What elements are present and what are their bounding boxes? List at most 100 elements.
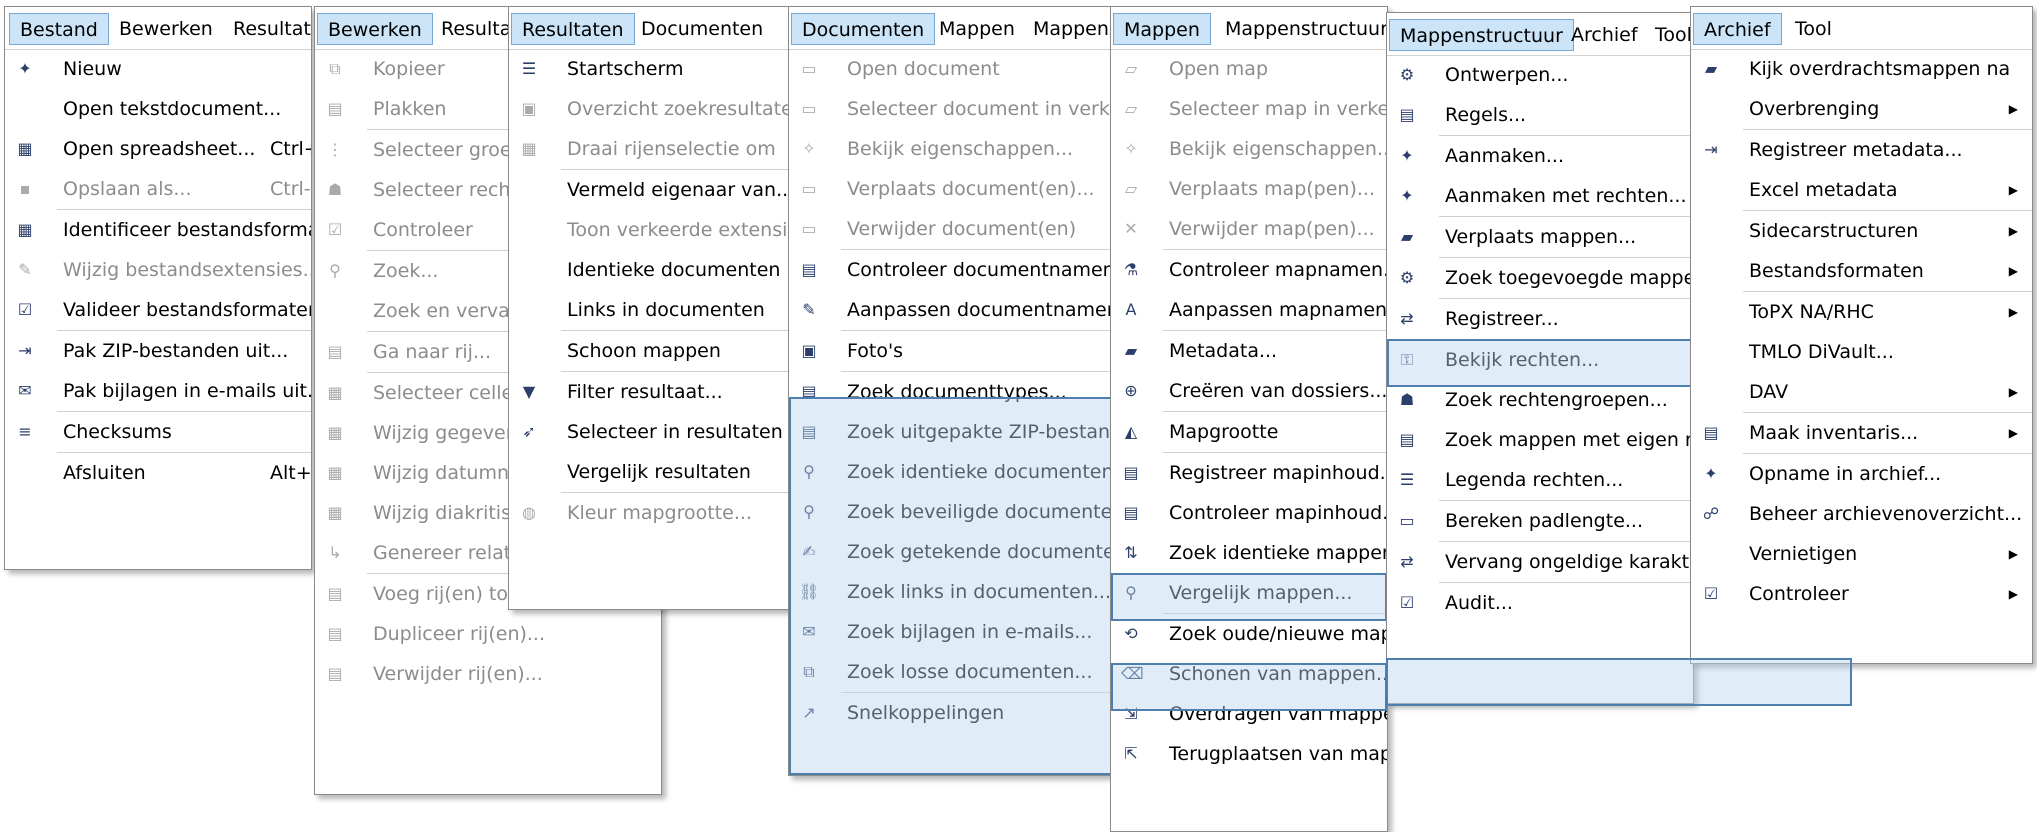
- old-new-folders-icon: ⟲: [1124, 624, 1138, 643]
- menu-item-terugplaatsen-van-mappen[interactable]: ⇱ Terugplaatsen van mappen...: [1111, 734, 1387, 774]
- menu-tab-mappenstructuur[interactable]: Mappenstructuur: [1215, 13, 1387, 45]
- menu-tab-mappen[interactable]: Mappen: [929, 13, 1025, 45]
- menu-item-pak-bijlagen-in-e-mails-uit[interactable]: ✉ Pak bijlagen in e-mails uit...: [5, 371, 311, 411]
- menu-item-list: ☰ Startscherm ▣ Overzicht zoekresultaten...…: [509, 49, 791, 533]
- menu-item-foto-s[interactable]: ▣ Foto's: [789, 331, 1113, 371]
- menu-item-selecteer-document-in-verkenner: ▭ Selecteer document in verkenner: [789, 89, 1113, 129]
- menu-tab-archief[interactable]: Archief: [1693, 13, 1782, 45]
- menu-item-kijk-overdrachtsmappen-na[interactable]: ▰ Kijk overdrachtsmappen na: [1691, 49, 2032, 89]
- menu-item-vernietigen[interactable]: Vernietigen ▶: [1691, 534, 2032, 574]
- menu-item-label: Zoek...: [373, 260, 439, 282]
- menu-item-bestandsformaten[interactable]: Bestandsformaten ▶: [1691, 251, 2032, 291]
- palette-icon: ◍: [522, 503, 536, 522]
- menu-item-selecteer-in-resultaten[interactable]: ➶ Selecteer in resultaten: [509, 412, 791, 452]
- menu-item-label: Aanpassen mapnamen...: [1169, 299, 1388, 321]
- menu-bar: Bestand Bewerken Resultaten: [5, 7, 311, 50]
- menu-item-links-in-documenten[interactable]: Links in documenten: [509, 290, 791, 330]
- menu-item-zoek-mappen-met-eigen-rechten[interactable]: ▤ Zoek mappen met eigen rechten: [1387, 420, 1693, 460]
- menu-tab-bewerken[interactable]: Bewerken: [317, 13, 433, 45]
- menu-item-controleer-mapnamen[interactable]: ⚗ Controleer mapnamen...: [1111, 250, 1387, 290]
- menu-item-open-spreadsheet[interactable]: ▦ Open spreadsheet... Ctrl+: [5, 129, 311, 169]
- menu-item-maak-inventaris[interactable]: ▤ Maak inventaris... ▶: [1691, 413, 2032, 453]
- menu-item-identieke-documenten[interactable]: Identieke documenten: [509, 250, 791, 290]
- audit-icon: ☑: [1399, 593, 1415, 612]
- menu-item-label: Nieuw: [63, 58, 122, 80]
- menu-item-tmlo-divault[interactable]: TMLO DiVault...: [1691, 332, 2032, 372]
- menu-item-ontwerpen[interactable]: ⚙ Ontwerpen...: [1387, 55, 1693, 95]
- menu-item-registreer-metadata[interactable]: ⇥ Registreer metadata...: [1691, 130, 2032, 170]
- menu-item-registreer-mapinhoud[interactable]: ▤ Registreer mapinhoud...: [1111, 453, 1387, 493]
- menu-item-valideer-bestandsformaten[interactable]: ☑ Valideer bestandsformaten: [5, 290, 311, 330]
- menu-item-label: Controleer mapnamen...: [1169, 259, 1388, 281]
- menu-item-registreer[interactable]: ⇄ Registreer...: [1387, 299, 1693, 339]
- menu-item-aanpassen-mapnamen[interactable]: A Aanpassen mapnamen...: [1111, 290, 1387, 330]
- menu-item-opname-in-archief[interactable]: ✦ Opname in archief...: [1691, 454, 2032, 494]
- menu-item-identificeer-bestandsformaten[interactable]: ▦ Identificeer bestandsformaten: [5, 210, 311, 250]
- menu-item-label: Verplaats mappen...: [1445, 226, 1637, 248]
- menu-item-zoek-toegevoegde-mappen-documenten[interactable]: ⚙ Zoek toegevoegde mappen/documenten: [1387, 258, 1693, 298]
- menu-item-open-tekstdocument[interactable]: Open tekstdocument...: [5, 89, 311, 129]
- menu-item-label: Open tekstdocument...: [63, 98, 282, 120]
- menu-item-label: Bekijk eigenschappen...: [847, 138, 1074, 160]
- menu-item-metadata[interactable]: ▰ Metadata...: [1111, 331, 1387, 371]
- menu-item-controleer[interactable]: ☑ Controleer ▶: [1691, 574, 2032, 614]
- menu-item-legenda-rechten[interactable]: ☰ Legenda rechten...: [1387, 460, 1693, 500]
- menu-item-excel-metadata[interactable]: Excel metadata ▶: [1691, 170, 2032, 210]
- menu-tab-mappenstructuur[interactable]: Mappenstructuur: [1389, 19, 1574, 51]
- menu-tab-resultaten[interactable]: Resultaten: [223, 13, 311, 45]
- menu-item-label: Wijzig gegevens: [373, 422, 528, 444]
- menu-item-verplaats-mappen[interactable]: ▰ Verplaats mappen...: [1387, 217, 1693, 257]
- menu-tab-tool[interactable]: Tool: [1645, 19, 1693, 51]
- menu-item-label: Registreer...: [1445, 308, 1559, 330]
- menu-tab-bestand[interactable]: Bestand: [9, 13, 109, 45]
- menu-item-topx-na-rhc[interactable]: ToPX NA/RHC ▶: [1691, 292, 2032, 332]
- submenu-arrow-icon: ▶: [2008, 385, 2018, 399]
- menu-item-dav[interactable]: DAV ▶: [1691, 372, 2032, 412]
- menu-item-checksums[interactable]: ≡ Checksums: [5, 412, 311, 452]
- menu-item-startscherm[interactable]: ☰ Startscherm: [509, 49, 791, 89]
- menu-item-bereken-padlengte[interactable]: ▭ Bereken padlengte...: [1387, 501, 1693, 541]
- menu-tab-documenten[interactable]: Documenten: [631, 13, 773, 45]
- menu-item-filter-resultaat[interactable]: ▼ Filter resultaat...: [509, 372, 791, 412]
- save-icon: ▪: [19, 179, 31, 198]
- menu-tab-mappenstructuur[interactable]: Mappenstructuur: [1023, 13, 1113, 45]
- menu-item-label: Zoek identieke mappen...: [1169, 542, 1388, 564]
- menu-item-schoon-mappen[interactable]: Schoon mappen: [509, 331, 791, 371]
- menu-item-aanmaken-met-rechten[interactable]: ✦ Aanmaken met rechten...: [1387, 176, 1693, 216]
- menu-item-vermeld-eigenaar-van[interactable]: Vermeld eigenaar van...: [509, 170, 791, 210]
- menu-item-nieuw[interactable]: ✦ Nieuw: [5, 49, 311, 89]
- menu-item-bekijk-eigenschappen: ✧ Bekijk eigenschappen...: [789, 129, 1113, 169]
- filter-icon: ▼: [522, 382, 536, 401]
- menu-panel-bestand: Bestand Bewerken Resultaten ✦ Nieuw Open t…: [4, 6, 312, 570]
- menu-tab-tool[interactable]: Tool: [1785, 13, 1842, 45]
- menu-item-regels[interactable]: ▤ Regels...: [1387, 95, 1693, 135]
- menu-item-aanpassen-documentnamen[interactable]: ✎ Aanpassen documentnamen...: [789, 290, 1113, 330]
- menu-item-vergelijk-resultaten[interactable]: Vergelijk resultaten: [509, 452, 791, 492]
- menu-tab-mappen[interactable]: Mappen: [1113, 13, 1211, 45]
- menu-item-sidecarstructuren[interactable]: Sidecarstructuren ▶: [1691, 211, 2032, 251]
- menu-item-controleer-documentnamen[interactable]: ▤ Controleer documentnamen...: [789, 250, 1113, 290]
- menu-item-creeren-van-dossiers[interactable]: ⊕ Creëren van dossiers...: [1111, 371, 1387, 411]
- menu-item-vervang-ongeldige-karakters[interactable]: ⇄ Vervang ongeldige karakters...: [1387, 542, 1693, 582]
- menu-item-aanmaken[interactable]: ✦ Aanmaken...: [1387, 136, 1693, 176]
- menu-item-label: Filter resultaat...: [567, 381, 723, 403]
- menu-item-verplaats-map-pen: ▱ Verplaats map(pen)...: [1111, 169, 1387, 209]
- menu-item-label: ToPX NA/RHC: [1749, 301, 1874, 323]
- menu-tab-resultaten[interactable]: Resultaten: [511, 13, 635, 45]
- menu-tab-bewerken[interactable]: Bewerken: [109, 13, 223, 45]
- check-content-icon: ▤: [1123, 503, 1139, 522]
- menu-tab-documenten[interactable]: Documenten: [791, 13, 936, 45]
- menu-item-controleer-mapinhoud[interactable]: ▤ Controleer mapinhoud...: [1111, 493, 1387, 533]
- menu-item-selecteer-map-in-verkenner: ▱ Selecteer map in verkenner: [1111, 89, 1387, 129]
- menu-item-mapgrootte[interactable]: ◭ Mapgrootte: [1111, 412, 1387, 452]
- properties-icon: ✧: [1124, 139, 1138, 158]
- menu-item-zoek-identieke-mappen[interactable]: ⇅ Zoek identieke mappen...: [1111, 533, 1387, 573]
- submenu-arrow-icon: ▶: [2008, 587, 2018, 601]
- menu-tab-archief[interactable]: Archief: [1561, 19, 1648, 51]
- menu-item-beheer-archievenoverzicht[interactable]: ☍ Beheer archievenoverzicht...: [1691, 494, 2032, 534]
- menu-item-afsluiten[interactable]: Afsluiten Alt+: [5, 453, 311, 493]
- register-icon: ⇄: [1400, 309, 1414, 328]
- menu-item-pak-zip-bestanden-uit[interactable]: ⇥ Pak ZIP-bestanden uit...: [5, 331, 311, 371]
- menu-item-overbrenging[interactable]: Overbrenging ▶: [1691, 89, 2032, 129]
- menu-item-audit[interactable]: ☑ Audit...: [1387, 583, 1693, 623]
